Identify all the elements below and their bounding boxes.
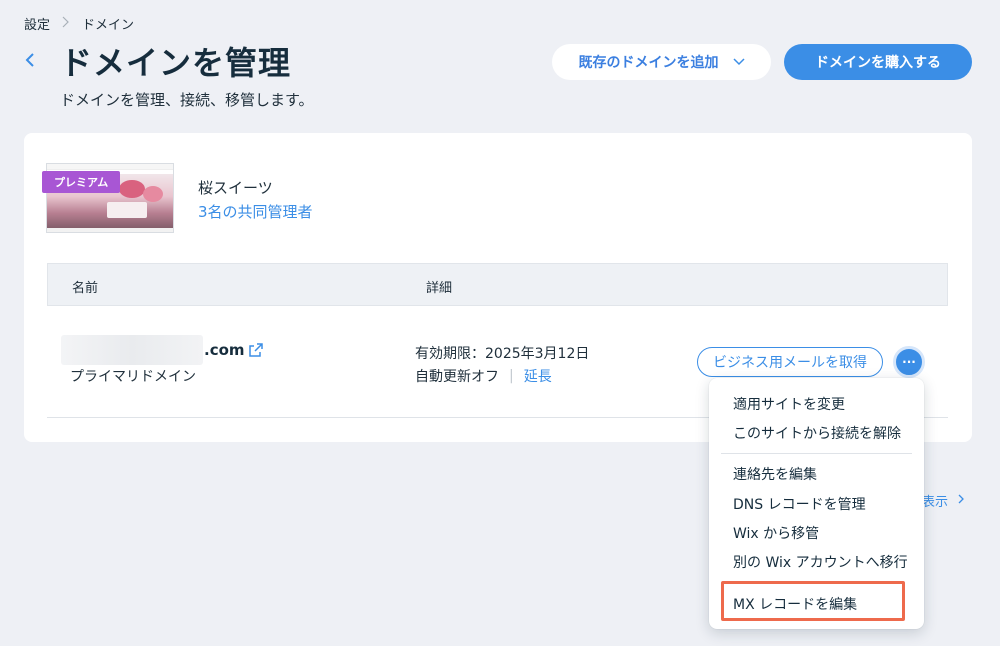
menu-divider [721, 453, 912, 454]
menu-item-transfer-from-wix[interactable]: Wix から移管 [733, 523, 819, 543]
domain-name-redacted [61, 335, 203, 365]
column-header-name: 名前 [72, 281, 99, 296]
expiry-date: 有効期限：2025年3月12日 [415, 346, 590, 362]
auto-renew-status: 自動更新オフ [415, 369, 499, 385]
renew-separator: | [509, 368, 514, 384]
thumbnail-topbar [47, 164, 173, 170]
show-more-label: 表示 [922, 495, 949, 510]
extend-link[interactable]: 延長 [524, 366, 552, 386]
breadcrumb-settings[interactable]: 設定 [24, 14, 50, 33]
menu-item-disconnect[interactable]: このサイトから接続を解除 [733, 423, 901, 443]
page-title: ドメインを管理 [60, 44, 292, 82]
show-more-link[interactable]: 表示 [922, 491, 964, 510]
get-business-email-button[interactable]: ビジネス用メールを取得 [697, 347, 883, 377]
chevron-right-icon [62, 16, 70, 32]
site-name: 桜スイーツ [198, 179, 273, 197]
premium-badge: プレミアム [42, 171, 121, 193]
table-header: 名前 詳細 [47, 263, 948, 306]
menu-item-manage-dns[interactable]: DNS レコードを管理 [733, 494, 866, 514]
add-existing-domain-button[interactable]: 既存のドメインを追加 [552, 44, 771, 80]
back-button[interactable] [22, 50, 38, 74]
domain-suffix: .com [204, 341, 245, 359]
more-actions-button[interactable]: ··· [893, 346, 925, 378]
domain-type: プライマリドメイン [70, 369, 196, 385]
collaborators-link[interactable]: 3名の共同管理者 [198, 201, 313, 222]
chevron-down-icon [732, 54, 745, 70]
breadcrumb: 設定 ドメイン [24, 14, 134, 33]
menu-item-edit-mx[interactable]: MX レコードを編集 [733, 594, 857, 614]
menu-item-move-account[interactable]: 別の Wix アカウントへ移行 [733, 552, 908, 572]
chevron-left-icon [25, 52, 35, 72]
add-existing-domain-label: 既存のドメインを追加 [578, 55, 719, 71]
menu-item-change-site[interactable]: 適用サイトを変更 [733, 394, 845, 414]
thumbnail-flower [119, 180, 145, 198]
breadcrumb-domains: ドメイン [82, 18, 135, 33]
buy-domain-button[interactable]: ドメインを購入する [784, 44, 972, 80]
more-actions-menu: 適用サイトを変更 このサイトから接続を解除 連絡先を編集 DNS レコードを管理… [709, 378, 924, 629]
page-subtitle: ドメインを管理、接続、移管します。 [60, 91, 314, 109]
renew-row: 自動更新オフ | 延長 [415, 366, 552, 386]
column-header-detail: 詳細 [426, 281, 453, 296]
menu-item-edit-contacts[interactable]: 連絡先を編集 [733, 464, 817, 484]
thumbnail-flower [143, 186, 163, 202]
external-link-icon[interactable] [248, 342, 264, 358]
thumbnail-bottombar [47, 228, 173, 232]
chevron-right-icon [958, 493, 964, 508]
thumbnail-cake [107, 202, 147, 218]
